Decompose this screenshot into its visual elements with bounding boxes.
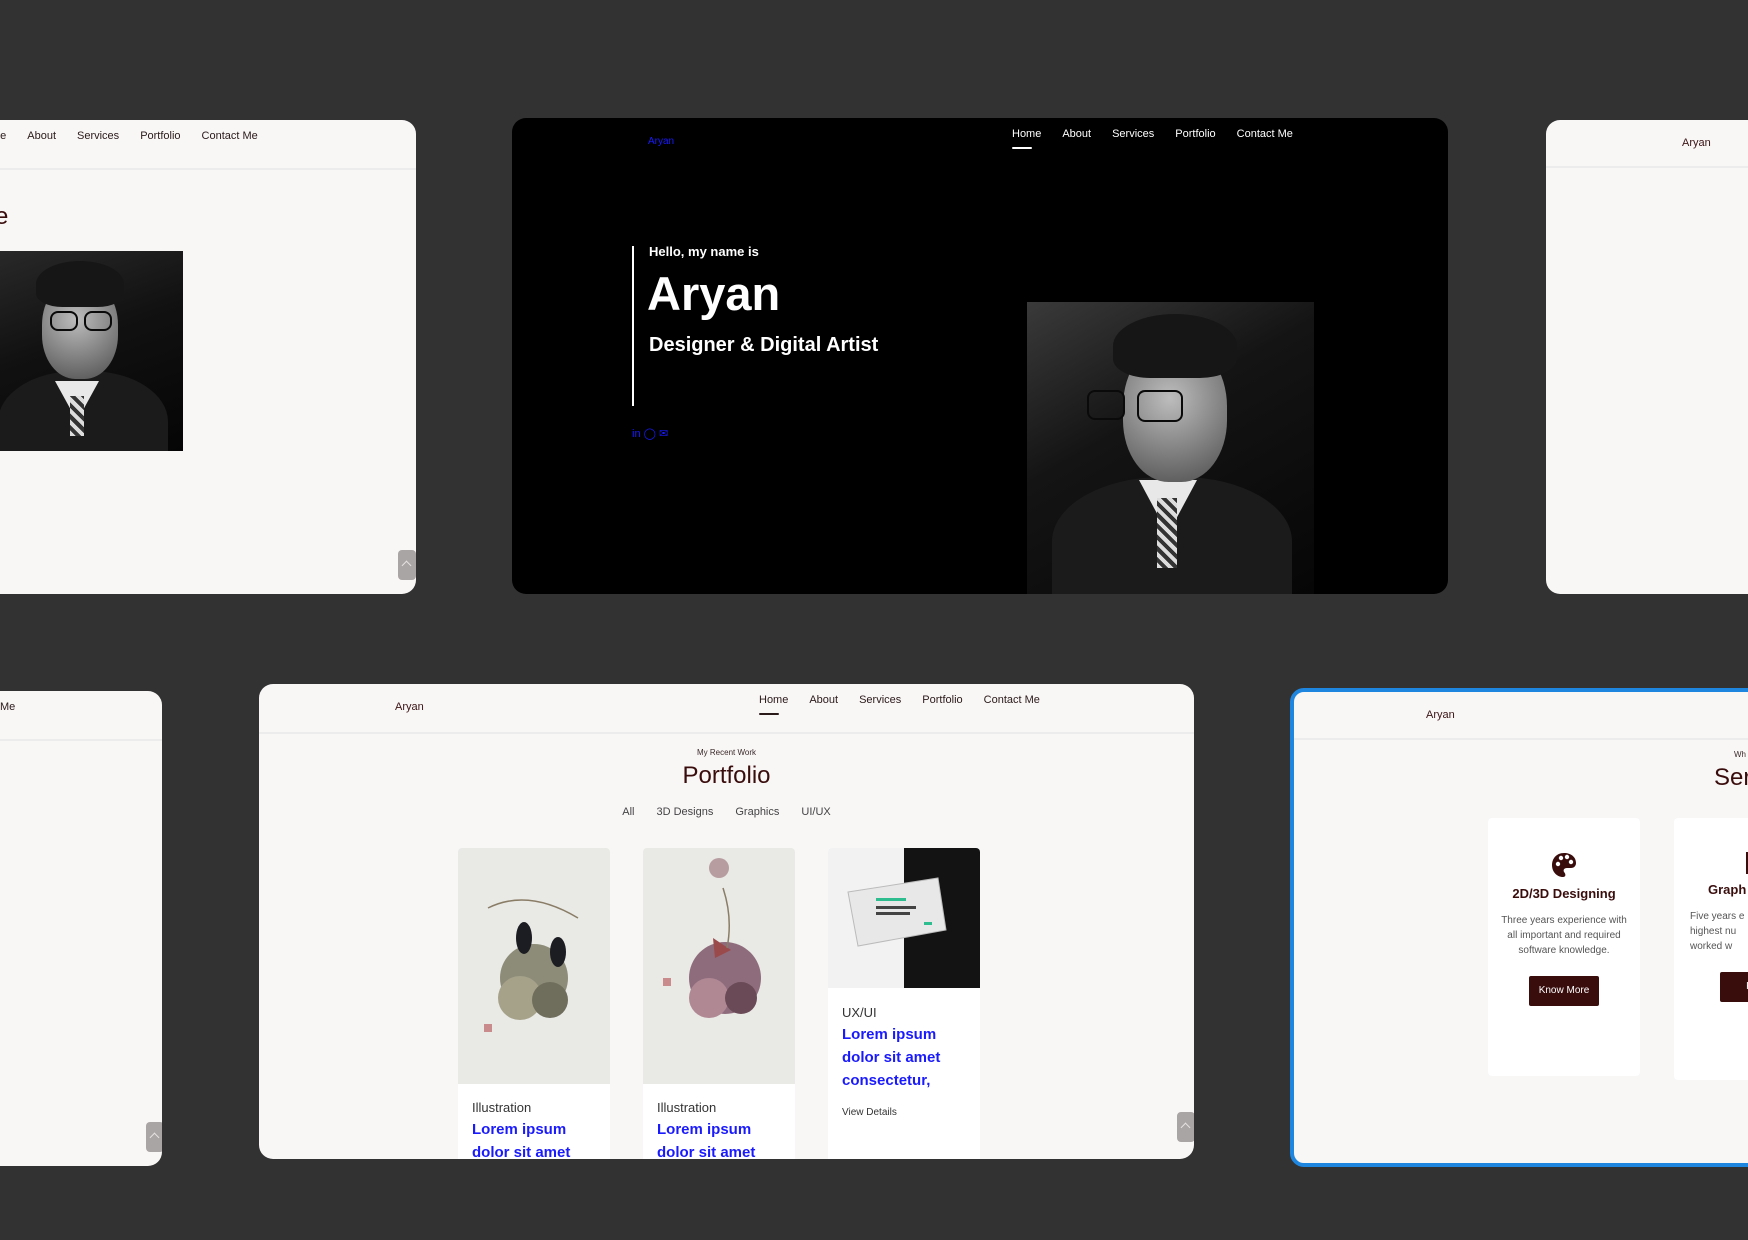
section-kicker: My Recent Work — [697, 748, 756, 757]
scroll-top-button[interactable] — [398, 550, 416, 580]
filter-graphics[interactable]: Graphics — [735, 806, 779, 818]
portfolio-thumbnail — [828, 848, 980, 988]
item-title-link[interactable]: Lorem ipsum dolor sit amet consectetur, — [842, 1023, 972, 1092]
portfolio-thumbnail — [458, 848, 610, 1084]
nav-links: Home About Services Portfolio Contact Me — [759, 694, 1040, 715]
nav-portfolio[interactable]: Portfolio — [140, 130, 180, 148]
portfolio-item[interactable]: Illustration Lorem ipsum dolor sit amet — [643, 848, 795, 1159]
contact-preview-card[interactable]: Me — [0, 691, 162, 1166]
item-category: Illustration — [472, 1100, 532, 1115]
nav-links: Home About Services Portfolio Contact Me — [1012, 128, 1293, 149]
service-card: Graph Five years e highest nu worked w K… — [1674, 818, 1748, 1080]
nav-services[interactable]: Services — [1112, 128, 1154, 146]
hero-greeting: Hello, my name is — [649, 244, 759, 259]
navbar: ne About Services Portfolio Contact Me — [0, 120, 416, 170]
profile-photo — [0, 251, 183, 451]
item-title-link[interactable]: Lorem ipsum dolor sit amet — [657, 1118, 787, 1159]
filter-ui-ux[interactable]: UI/UX — [801, 806, 830, 818]
nav-about[interactable]: About — [809, 694, 838, 712]
social-links[interactable]: in ◯ ✉ — [632, 427, 668, 440]
nav-logo[interactable]: Aryan — [1426, 709, 1455, 721]
service-title: Graph — [1708, 882, 1747, 897]
service-card: 2D/3D Designing Three years experience w… — [1488, 818, 1640, 1076]
nav-logo[interactable]: Aryan — [648, 136, 674, 147]
blank-preview-card[interactable]: Aryan — [1546, 120, 1748, 594]
palette-icon — [1551, 852, 1577, 878]
nav-contact[interactable]: Contact Me — [1237, 128, 1293, 146]
know-more-button[interactable]: Know More — [1529, 976, 1599, 1006]
section-title: Portfolio — [682, 762, 771, 789]
service-description: Three years experience with all importan… — [1501, 915, 1627, 956]
nav-home[interactable]: Home — [1012, 128, 1041, 149]
nav-contact[interactable]: Contact Me — [984, 694, 1040, 712]
section-heading: e — [0, 203, 9, 230]
navbar: Aryan — [1294, 692, 1748, 740]
section-kicker: Wh — [1734, 750, 1746, 759]
nav-about[interactable]: About — [1062, 128, 1091, 146]
filter-all[interactable]: All — [622, 806, 634, 818]
nav-contact[interactable]: Me — [0, 701, 15, 719]
scroll-top-button[interactable] — [1177, 1112, 1194, 1142]
item-category: Illustration — [657, 1100, 717, 1115]
nav-services[interactable]: Services — [859, 694, 901, 712]
service-title: 2D/3D Designing — [1512, 886, 1616, 901]
about-preview-card[interactable]: ne About Services Portfolio Contact Me e — [0, 120, 416, 594]
nav-logo[interactable]: Aryan — [395, 701, 424, 713]
know-more-button[interactable]: Kno — [1720, 972, 1748, 1002]
navbar: Me — [0, 691, 162, 741]
nav-links: ne About Services Portfolio Contact Me — [0, 130, 258, 148]
hero-preview-card[interactable]: Aryan Home About Services Portfolio Cont… — [512, 118, 1448, 594]
view-details-link[interactable]: View Details — [842, 1107, 897, 1118]
item-title-link[interactable]: Lorem ipsum dolor sit amet — [472, 1118, 602, 1159]
nav-portfolio[interactable]: Portfolio — [1175, 128, 1215, 146]
services-preview-card[interactable]: Aryan Wh Ser 2D/3D Designing Three years… — [1290, 688, 1748, 1167]
nav-services[interactable]: Services — [77, 130, 119, 148]
portfolio-thumbnail — [643, 848, 795, 1084]
hero-accent-line — [632, 246, 634, 406]
nav-home[interactable]: ne — [0, 130, 6, 148]
section-title: Ser — [1714, 764, 1748, 791]
portfolio-item[interactable]: Illustration Lorem ipsum dolor sit amet — [458, 848, 610, 1159]
hero-role: Designer & Digital Artist — [649, 334, 879, 356]
nav-links: Me — [0, 701, 15, 719]
navbar: Aryan — [1546, 120, 1748, 168]
navbar: Aryan Home About Services Portfolio Cont… — [512, 118, 1448, 168]
nav-contact[interactable]: Contact Me — [202, 130, 258, 148]
portfolio-preview-card[interactable]: Aryan Home About Services Portfolio Cont… — [259, 684, 1194, 1159]
navbar: Aryan Home About Services Portfolio Cont… — [259, 684, 1194, 734]
scroll-top-button[interactable] — [146, 1122, 162, 1152]
portfolio-item[interactable]: UX/UI Lorem ipsum dolor sit amet consect… — [828, 848, 980, 1159]
filter-3d-designs[interactable]: 3D Designs — [657, 806, 714, 818]
hero-name: Aryan — [647, 267, 781, 320]
hero-photo — [1027, 302, 1314, 594]
portfolio-filters: All 3D Designs Graphics UI/UX — [259, 806, 1194, 818]
nav-about[interactable]: About — [27, 130, 56, 148]
nav-home[interactable]: Home — [759, 694, 788, 715]
service-description: Five years e highest nu worked w — [1690, 911, 1745, 952]
nav-portfolio[interactable]: Portfolio — [922, 694, 962, 712]
nav-logo[interactable]: Aryan — [1682, 137, 1711, 149]
item-category: UX/UI — [842, 1005, 877, 1020]
